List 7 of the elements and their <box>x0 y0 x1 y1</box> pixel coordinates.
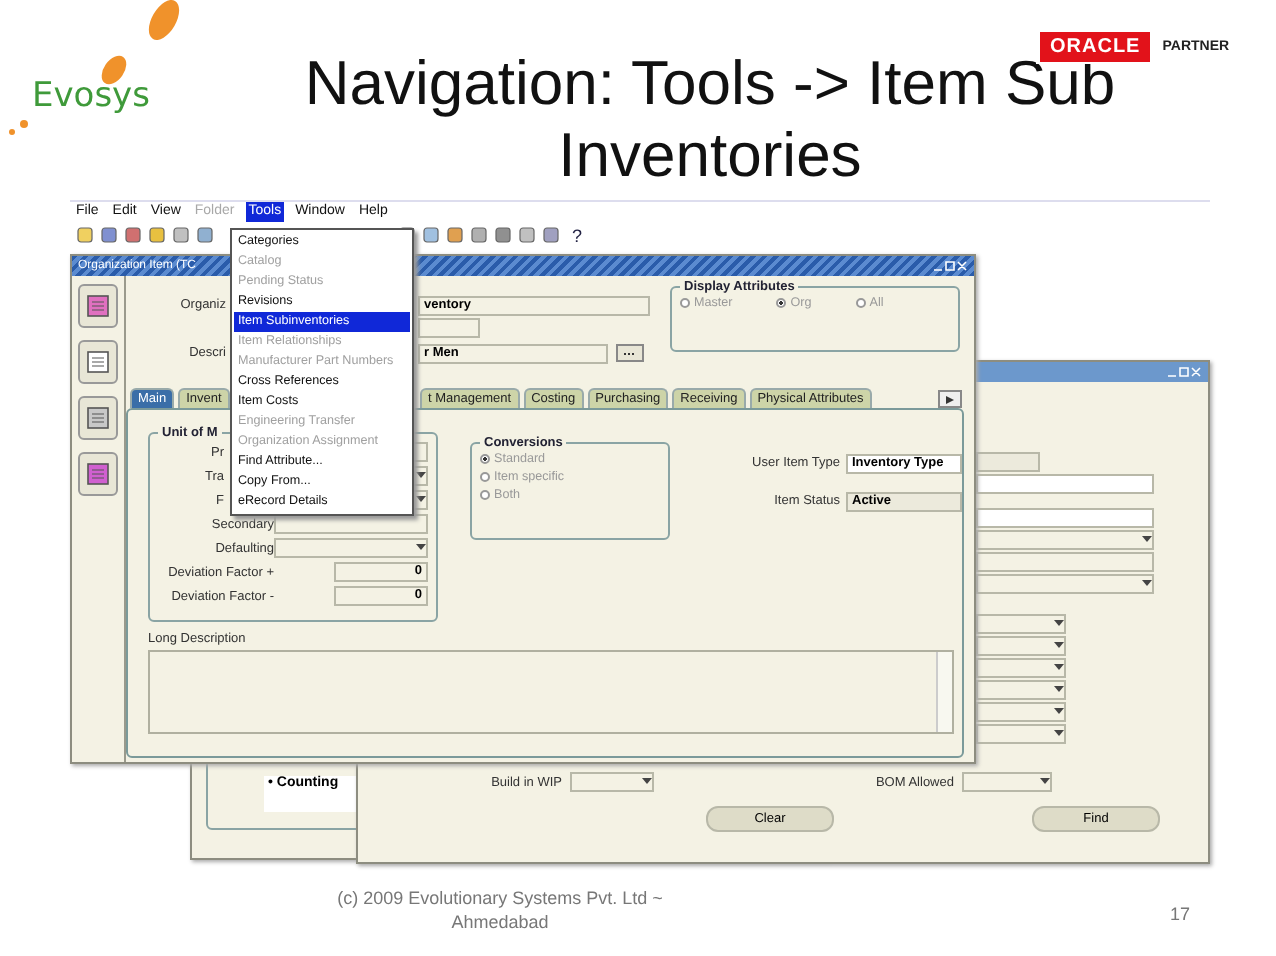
page-number: 17 <box>1170 904 1193 928</box>
oracle-logo: ORACLE <box>1040 32 1151 62</box>
footer-text: Ahmedabad <box>451 910 549 934</box>
logo-text: Evosys <box>32 76 150 116</box>
footer-text: (c) 2009 Evolutionary Systems Pvt. Ltd ~ <box>337 886 663 910</box>
slide-title: Inventories <box>558 120 862 192</box>
help-button[interactable]: ? <box>572 225 583 245</box>
